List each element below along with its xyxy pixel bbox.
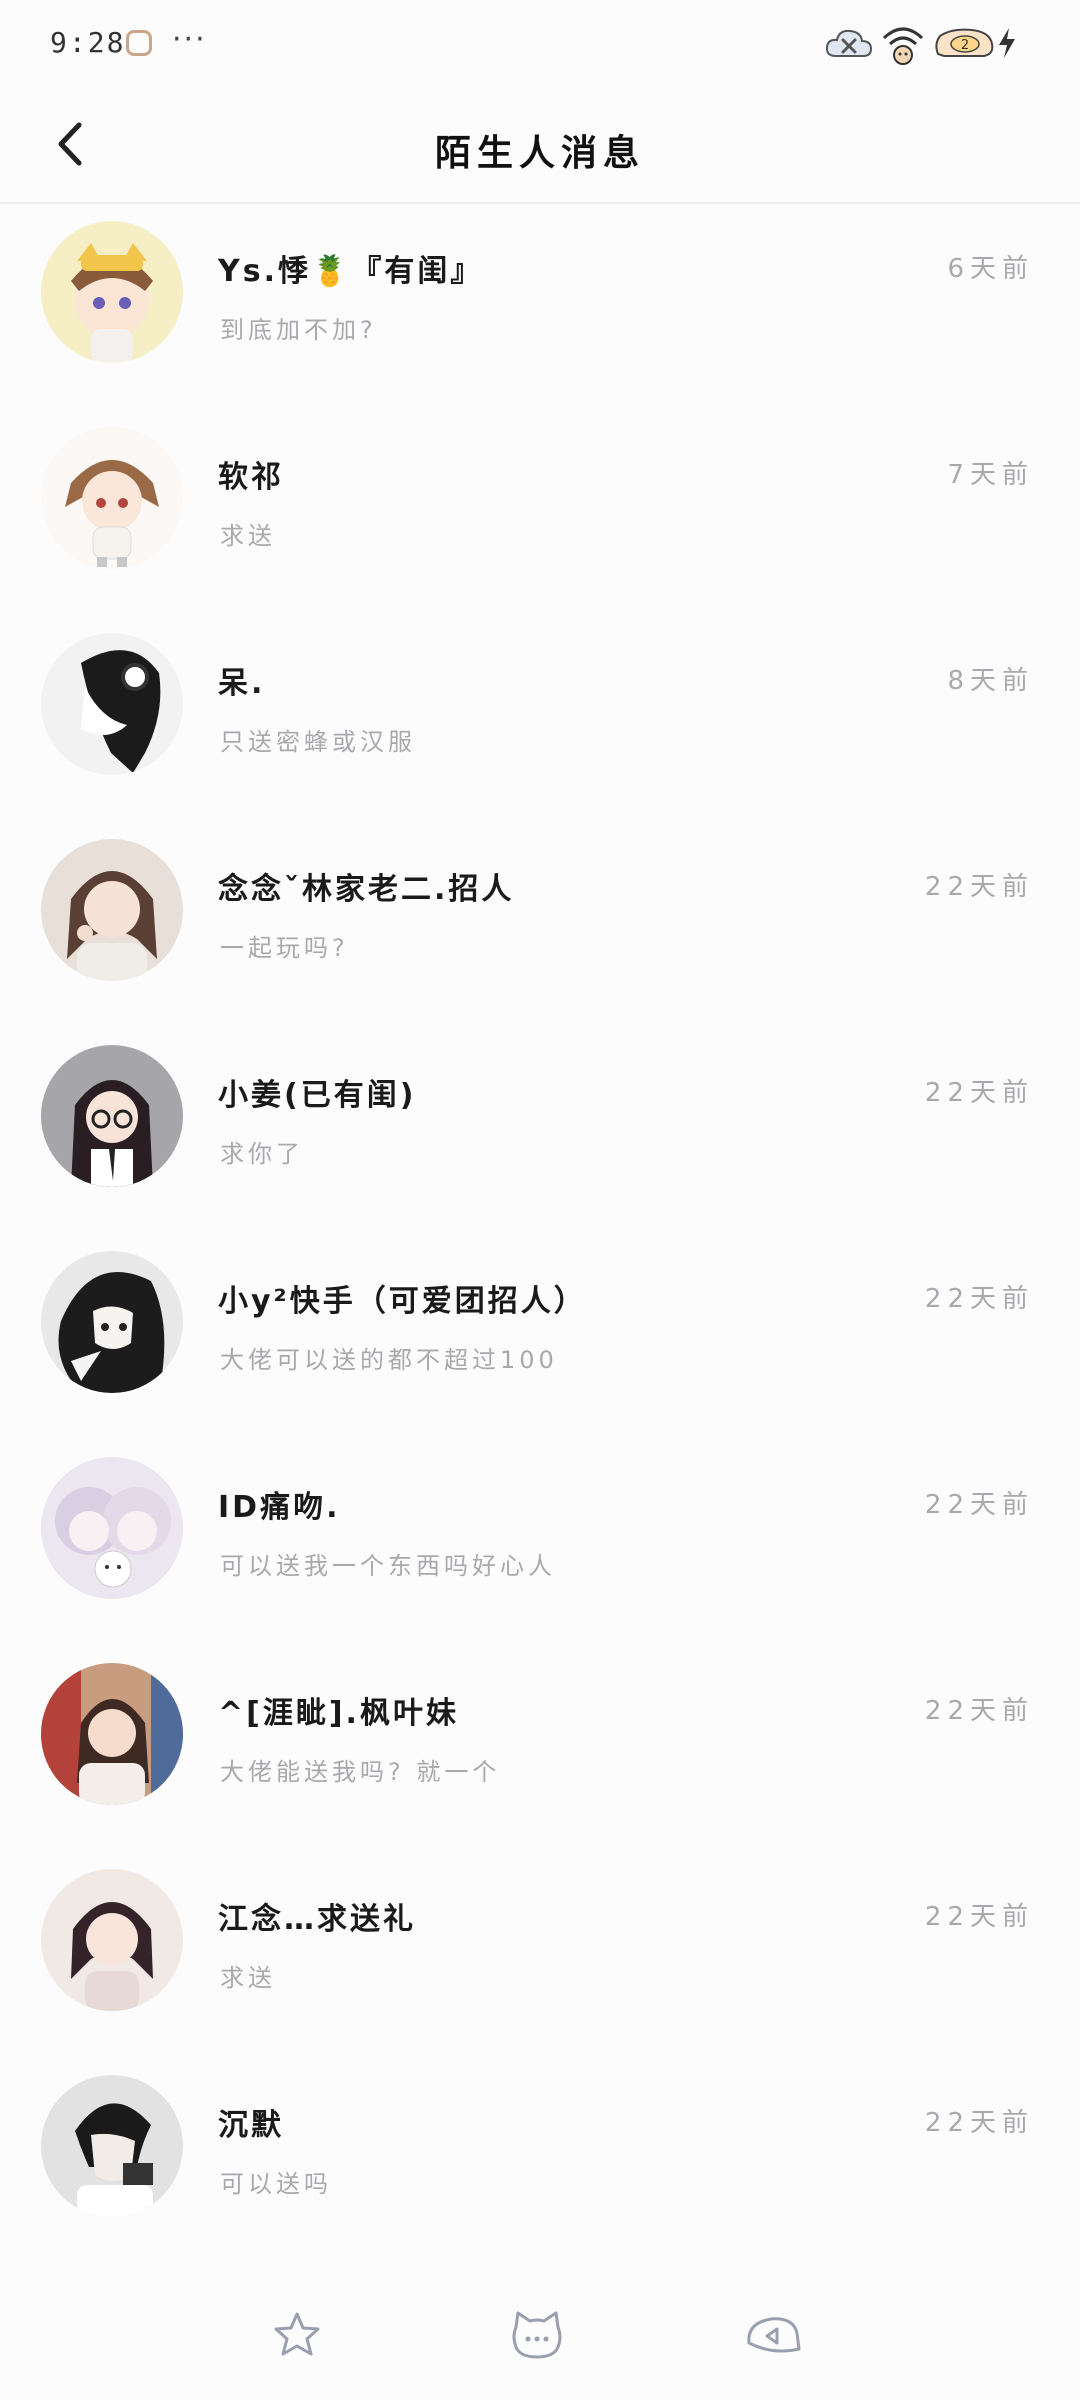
message-preview: 到底加不加? xyxy=(220,316,377,344)
message-row[interactable]: 软祁 求送 7天前 xyxy=(0,412,1080,618)
contact-name: 小姜(已有闺) xyxy=(218,1078,417,1113)
contact-name: Ys.悸🍍『有闺』 xyxy=(218,254,484,289)
contact-name: 沉默 xyxy=(218,2108,284,2143)
avatar[interactable] xyxy=(41,839,183,981)
notification-app-icon xyxy=(126,30,152,56)
contact-name: ID痛吻. xyxy=(218,1490,341,1525)
message-time: 8天前 xyxy=(947,666,1034,696)
message-time: 6天前 xyxy=(947,254,1034,284)
message-row[interactable]: ID痛吻. 可以送我一个东西吗好心人 22天前 xyxy=(0,1442,1080,1648)
contact-name: 江念…求送礼 xyxy=(218,1902,416,1937)
charging-bolt-icon xyxy=(996,26,1018,64)
contact-name: ^[涯眦].枫叶妹 xyxy=(218,1696,459,1731)
cat-face-icon xyxy=(512,2311,562,2359)
message-preview: 求你了 xyxy=(220,1140,304,1168)
bottom-navigation xyxy=(0,2272,1080,2400)
message-row[interactable]: 小姜(已有闺) 求你了 22天前 xyxy=(0,1030,1080,1236)
battery-icon: 2 xyxy=(932,24,996,66)
avatar[interactable] xyxy=(41,633,183,775)
message-time: 22天前 xyxy=(924,1902,1034,1932)
message-preview: 一起玩吗? xyxy=(220,934,349,962)
message-time: 22天前 xyxy=(924,2108,1034,2138)
message-row[interactable]: ^[涯眦].枫叶妹 大佬能送我吗? 就一个 22天前 xyxy=(0,1648,1080,1854)
header-bar: 陌生人消息 xyxy=(0,90,1080,204)
contact-name: 念念ˇ林家老二.招人 xyxy=(218,872,515,907)
message-row[interactable]: 呆. 只送密蜂或汉服 8天前 xyxy=(0,618,1080,824)
avatar[interactable] xyxy=(41,1251,183,1393)
battery-level: 2 xyxy=(961,38,969,53)
message-preview: 可以送吗 xyxy=(220,2170,332,2198)
nav-star-button[interactable] xyxy=(262,2300,332,2370)
wifi-icon xyxy=(880,22,926,72)
star-icon xyxy=(274,2312,320,2356)
message-row[interactable]: Ys.悸🍍『有闺』 到底加不加? 6天前 xyxy=(0,206,1080,412)
avatar[interactable] xyxy=(41,2075,183,2217)
avatar[interactable] xyxy=(41,427,183,569)
avatar[interactable] xyxy=(41,1457,183,1599)
contact-name: 软祁 xyxy=(218,460,284,495)
message-time: 22天前 xyxy=(924,1490,1034,1520)
message-row[interactable]: 小y²快手（可爱团招人） 大佬可以送的都不超过100 22天前 xyxy=(0,1236,1080,1442)
contact-name: 小y²快手（可爱团招人） xyxy=(218,1284,587,1319)
cloud-blocked-icon xyxy=(824,26,874,66)
contact-name: 呆. xyxy=(218,666,266,701)
message-time: 22天前 xyxy=(924,872,1034,902)
status-time: 9:28 xyxy=(50,26,126,59)
message-row[interactable]: 念念ˇ林家老二.招人 一起玩吗? 22天前 xyxy=(0,824,1080,1030)
avatar[interactable] xyxy=(41,1869,183,2011)
avatar[interactable] xyxy=(41,1045,183,1187)
avatar[interactable] xyxy=(41,221,183,363)
message-time: 22天前 xyxy=(924,1696,1034,1726)
nav-speaker-button[interactable] xyxy=(738,2300,808,2370)
message-time: 7天前 xyxy=(947,460,1034,490)
message-row[interactable]: 江念…求送礼 求送 22天前 xyxy=(0,1854,1080,2060)
message-preview: 大佬可以送的都不超过100 xyxy=(220,1346,558,1374)
message-list: Ys.悸🍍『有闺』 到底加不加? 6天前 软祁 求送 7天前 呆. 只送密蜂或汉… xyxy=(0,206,1080,2266)
message-row[interactable]: 沉默 可以送吗 22天前 xyxy=(0,2060,1080,2266)
page-title: 陌生人消息 xyxy=(434,133,645,174)
message-preview: 只送密蜂或汉服 xyxy=(220,728,416,756)
message-preview: 求送 xyxy=(220,522,276,550)
message-preview: 可以送我一个东西吗好心人 xyxy=(220,1552,556,1580)
message-time: 22天前 xyxy=(924,1284,1034,1314)
more-notifications-icon: ··· xyxy=(172,22,207,57)
message-time: 22天前 xyxy=(924,1078,1034,1108)
message-preview: 求送 xyxy=(220,1964,276,1992)
nav-cat-button[interactable] xyxy=(502,2300,572,2370)
avatar[interactable] xyxy=(41,1663,183,1805)
message-preview: 大佬能送我吗? 就一个 xyxy=(220,1758,501,1786)
speaker-icon xyxy=(747,2317,801,2353)
status-bar: 9:28 ··· 2 xyxy=(0,0,1080,90)
